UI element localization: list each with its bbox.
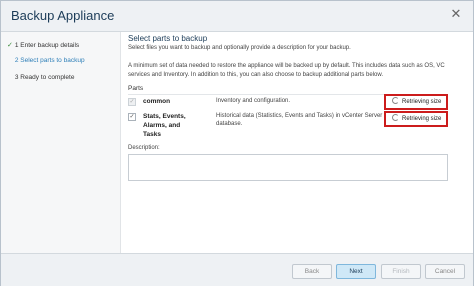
size-status-label: Retrieving size [402,116,442,122]
footer: Back Next Finish Cancel [1,253,473,286]
page-subtitle: Select files you want to backup and opti… [128,45,351,51]
close-icon[interactable]: ✕ [449,7,463,21]
size-status: Retrieving size [384,111,448,127]
parts-heading: Parts [128,85,144,92]
dialog-title: Backup Appliance [11,8,115,23]
size-status: Retrieving size [384,94,448,110]
step-label: Ready to complete [20,74,75,81]
part-name: Stats, Events, Alarms, and Tasks [143,113,186,138]
description-label: Description: [128,145,160,151]
back-button[interactable]: Back [292,264,332,279]
next-button[interactable]: Next [336,264,376,279]
part-checkbox-common[interactable]: ✓ [128,98,136,106]
part-description: Inventory and configuration. [216,98,291,104]
backup-appliance-dialog: Backup Appliance ✕ ✓ 1 Enter backup deta… [0,0,474,286]
part-checkbox-stats[interactable]: ✓ [128,113,136,121]
part-name: common [143,98,171,105]
page-title: Select parts to backup [128,34,208,43]
spinner-icon [392,97,399,104]
step-label: Select parts to backup [20,57,85,64]
description-field[interactable] [128,154,448,181]
step-select-parts[interactable]: 2 Select parts to backup [7,57,85,64]
step-number: 1 [14,42,19,49]
checkmark-icon: ✓ [7,42,13,49]
step-ready-to-complete[interactable]: 3 Ready to complete [7,74,75,81]
wizard-steps: ✓ 1 Enter backup details 2 Select parts … [1,32,121,253]
size-status-label: Retrieving size [402,99,442,105]
intro-text: A minimum set of data needed to restore … [128,63,445,78]
title-bar: Backup Appliance ✕ [1,1,473,32]
step-number: 2 [14,57,19,64]
spinner-icon [392,114,399,121]
step-enter-backup-details[interactable]: ✓ 1 Enter backup details [7,41,79,49]
cancel-button[interactable]: Cancel [425,264,465,279]
finish-button[interactable]: Finish [381,264,421,279]
step-label: Enter backup details [20,42,80,49]
step-number: 3 [14,74,19,81]
main-content: Select parts to backup Select files you … [128,32,468,253]
part-description: Historical data (Statistics, Events and … [216,113,383,127]
